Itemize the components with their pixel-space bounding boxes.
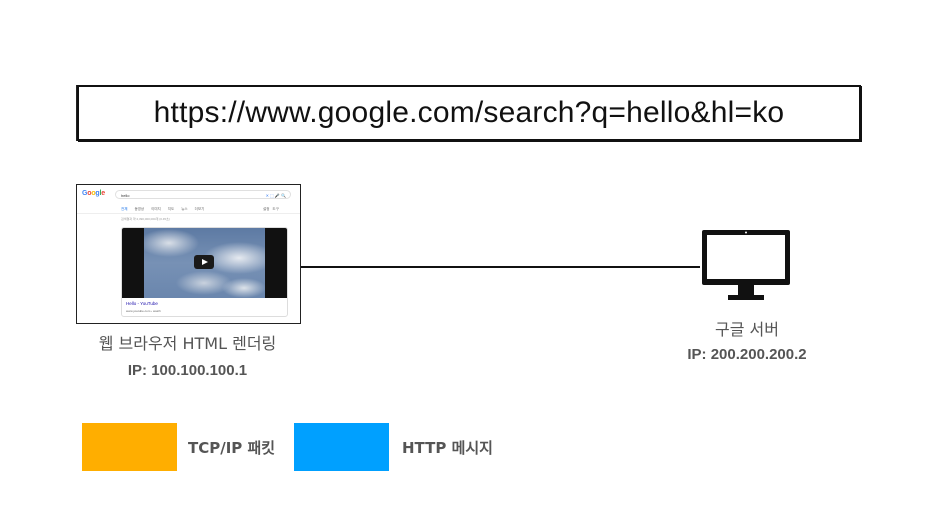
tab-maps: 지도 bbox=[167, 207, 175, 211]
connection-line bbox=[299, 266, 700, 268]
search-input: hello ✕ ⬚ 🎤 🔍 bbox=[115, 190, 291, 199]
tab-tools: 도구 bbox=[272, 207, 279, 211]
google-logo: Google bbox=[82, 190, 105, 197]
divider bbox=[77, 213, 300, 214]
browser-ip: IP: 100.100.100.1 bbox=[127, 362, 248, 379]
video-source: www.youtube.com › watch bbox=[126, 309, 161, 313]
tab-all: 전체 bbox=[121, 207, 128, 211]
url-box: https://www.google.com/search?q=hello&hl… bbox=[77, 85, 861, 141]
search-tools: 설정 도구 bbox=[263, 207, 279, 212]
legend-tcp-label: TCP/IP 패킷 bbox=[188, 439, 276, 457]
result-stats: 검색결과 약 2,390,000,000개 (0.45초) bbox=[121, 217, 170, 221]
search-icon: ✕ ⬚ 🎤 🔍 bbox=[265, 193, 286, 198]
video-result-card: Hello - YouTube www.youtube.com › watch bbox=[121, 227, 288, 317]
search-tabs: 전체 동영상 이미지 지도 뉴스 더보기 bbox=[121, 207, 210, 212]
browser-label: 웹 브라우저 HTML 렌더링 bbox=[98, 334, 277, 353]
tab-settings: 설정 bbox=[263, 207, 270, 211]
legend-http-label: HTTP 메시지 bbox=[402, 439, 493, 457]
tab-videos: 동영상 bbox=[134, 207, 145, 211]
video-thumbnail bbox=[122, 228, 287, 298]
legend-http-swatch bbox=[294, 423, 389, 471]
legend-tcp-swatch bbox=[82, 423, 177, 471]
tab-images: 이미지 bbox=[151, 207, 161, 211]
tab-more: 더보기 bbox=[194, 207, 205, 211]
play-icon bbox=[194, 255, 214, 269]
video-title: Hello - YouTube bbox=[126, 301, 158, 306]
server-label: 구글 서버 bbox=[715, 320, 779, 339]
monitor-icon bbox=[700, 228, 794, 304]
tab-news: 뉴스 bbox=[181, 207, 188, 211]
url-text: https://www.google.com/search?q=hello&hl… bbox=[153, 96, 785, 129]
server-ip: IP: 200.200.200.2 bbox=[687, 346, 807, 363]
browser-screenshot: Google hello ✕ ⬚ 🎤 🔍 전체 동영상 이미지 지도 뉴스 더보… bbox=[76, 184, 301, 324]
search-query: hello bbox=[121, 193, 130, 198]
